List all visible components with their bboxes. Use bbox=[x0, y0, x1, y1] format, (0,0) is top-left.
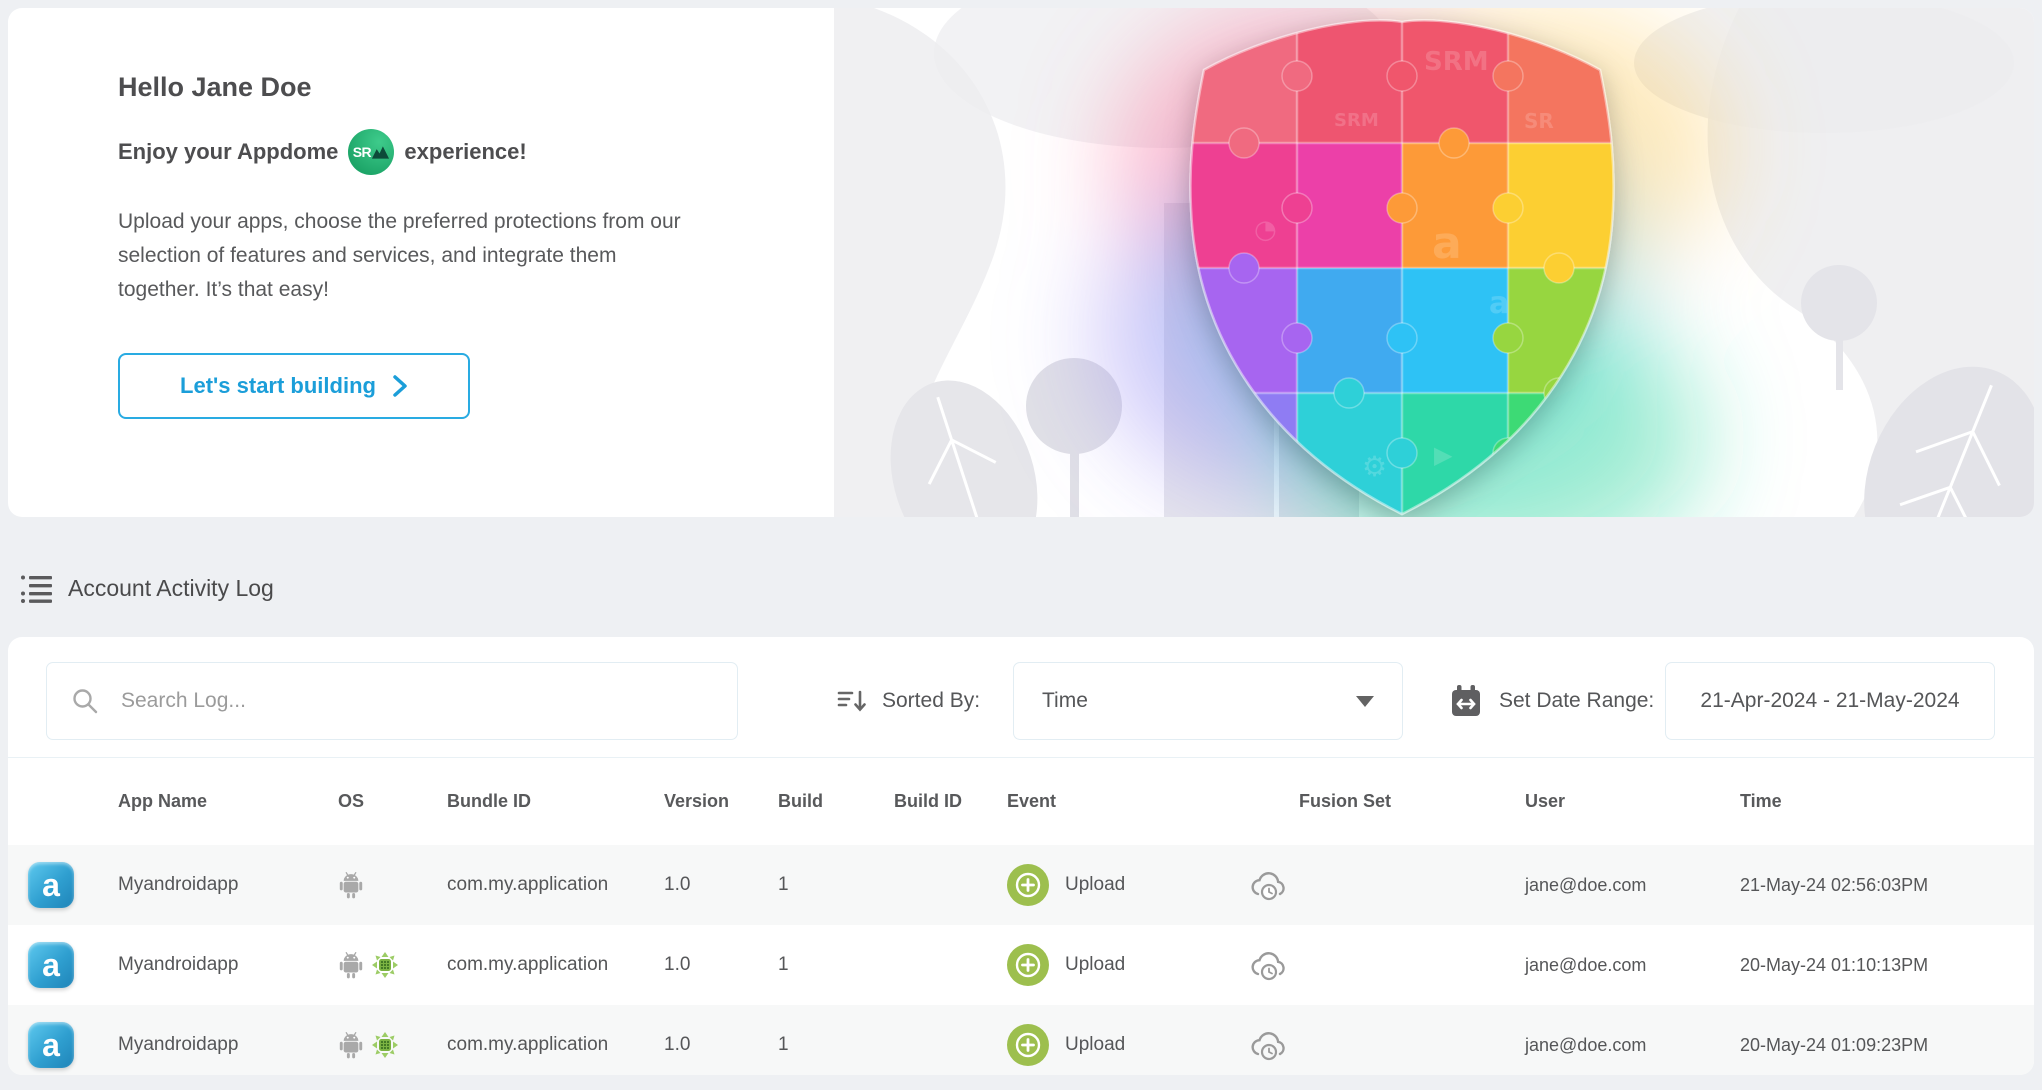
chevron-down-icon bbox=[1356, 695, 1374, 707]
column-header-bundle-id: Bundle ID bbox=[447, 791, 531, 811]
srm-logo-text: SR bbox=[352, 144, 372, 160]
table-row: a Myandroidapp com.my.application 1.0 1 … bbox=[8, 925, 2034, 1005]
build: 1 bbox=[778, 874, 789, 895]
cloud-history-icon[interactable] bbox=[1248, 1028, 1290, 1062]
plus-circle-icon bbox=[1007, 944, 1049, 986]
start-building-label: Let's start building bbox=[180, 373, 376, 398]
version: 1.0 bbox=[664, 954, 691, 975]
sort-dropdown[interactable]: Time bbox=[1013, 662, 1403, 740]
svg-text:a: a bbox=[1432, 218, 1462, 269]
bundle-id: com.my.application bbox=[447, 954, 609, 975]
version: 1.0 bbox=[664, 874, 691, 895]
list-icon bbox=[21, 575, 52, 603]
column-header-build-id: Build ID bbox=[894, 791, 962, 811]
section-title: Account Activity Log bbox=[68, 574, 274, 601]
android-icon bbox=[339, 872, 363, 899]
svg-text:◔: ◔ bbox=[1254, 215, 1277, 245]
user-email: jane@doe.com bbox=[1525, 954, 1647, 975]
user-email: jane@doe.com bbox=[1525, 1034, 1647, 1055]
welcome-description: Upload your apps, choose the preferred p… bbox=[118, 210, 681, 301]
date-range-label: Set Date Range: bbox=[1499, 689, 1655, 712]
os-cell bbox=[338, 871, 447, 899]
start-building-button[interactable]: Let's start building bbox=[118, 353, 470, 419]
subtitle: Enjoy your Appdome SR experience! bbox=[118, 129, 728, 175]
svg-text:SRM: SRM bbox=[1424, 47, 1489, 77]
sort-descending-icon bbox=[837, 690, 866, 712]
table-row: a Myandroidapp com.my.application 1.0 1 … bbox=[8, 1005, 2034, 1075]
column-header-app-name: App Name bbox=[118, 791, 208, 811]
plus-circle-icon bbox=[1007, 864, 1049, 906]
event-time: 20-May-24 01:09:23PM bbox=[1740, 1034, 1929, 1055]
bundle-id: com.my.application bbox=[447, 1034, 609, 1055]
subtitle-prefix: Enjoy your Appdome bbox=[118, 139, 339, 164]
event-time: 20-May-24 01:10:13PM bbox=[1740, 954, 1929, 975]
event-cell: Upload bbox=[1007, 1024, 1240, 1066]
mountain-logo-icon bbox=[372, 145, 390, 159]
app-name: Myandroidapp bbox=[118, 874, 239, 895]
android-icon bbox=[339, 952, 363, 979]
date-range-input[interactable]: 21-Apr-2024 - 21-May-2024 bbox=[1665, 662, 1995, 740]
app-icon: a bbox=[28, 1022, 74, 1068]
app-name: Myandroidapp bbox=[118, 1034, 239, 1055]
app-icon: a bbox=[28, 942, 74, 988]
plus-circle-icon bbox=[1007, 1024, 1049, 1066]
version: 1.0 bbox=[664, 1034, 691, 1055]
sort-group: Sorted By: bbox=[837, 662, 980, 740]
table-row: a Myandroidapp com.my.application 1.0 1 … bbox=[8, 845, 2034, 925]
event-cell: Upload bbox=[1007, 944, 1240, 986]
greeting-heading: Hello Jane Doe bbox=[118, 72, 312, 102]
cloud-history-icon[interactable] bbox=[1248, 948, 1290, 982]
column-header-event: Event bbox=[1007, 791, 1057, 811]
column-header-time: Time bbox=[1740, 791, 1782, 811]
fused-android-icon bbox=[372, 952, 398, 978]
column-header-user: User bbox=[1525, 791, 1566, 811]
svg-text:⚙: ⚙ bbox=[1362, 450, 1387, 483]
table-body: a Myandroidapp com.my.application 1.0 1 … bbox=[8, 845, 2034, 1075]
calendar-range-icon bbox=[1452, 685, 1480, 716]
chevron-right-icon bbox=[393, 375, 407, 397]
shield-puzzle-illustration: SRM SR SRM a a ✓ ▶ ⚙ ◔ ☺ bbox=[834, 8, 2034, 517]
svg-text:▶: ▶ bbox=[1434, 441, 1453, 469]
app-icon: a bbox=[28, 862, 74, 908]
date-range-group: Set Date Range: bbox=[1448, 662, 1654, 740]
srm-logo-badge: SR bbox=[348, 129, 395, 175]
os-cell bbox=[338, 1031, 447, 1059]
cloud-history-icon[interactable] bbox=[1248, 868, 1290, 902]
date-range-value: 21-Apr-2024 - 21-May-2024 bbox=[1700, 689, 1960, 712]
column-header-fusion-set: Fusion Set bbox=[1299, 791, 1392, 811]
sort-dropdown-value: Time bbox=[1042, 689, 1088, 712]
os-cell bbox=[338, 951, 447, 979]
search-input[interactable] bbox=[119, 688, 737, 714]
welcome-card: SRM SR SRM a a ✓ ▶ ⚙ ◔ ☺ Hello Jane Doe … bbox=[8, 8, 2034, 517]
activity-log-panel: Sorted By: Time Set Date Range: 21-Apr-2… bbox=[8, 637, 2034, 1075]
bundle-id: com.my.application bbox=[447, 874, 609, 895]
column-header-os: OS bbox=[338, 791, 365, 811]
table-header: App Name OS Bundle ID Version Build Buil… bbox=[8, 758, 2034, 845]
fused-android-icon bbox=[372, 1032, 398, 1058]
event-label: Upload bbox=[1065, 954, 1126, 975]
svg-text:SR: SR bbox=[1524, 109, 1554, 133]
column-header-build: Build bbox=[778, 791, 823, 811]
build: 1 bbox=[778, 954, 789, 975]
user-email: jane@doe.com bbox=[1525, 874, 1647, 895]
event-label: Upload bbox=[1065, 1034, 1126, 1055]
android-icon bbox=[339, 1032, 363, 1059]
search-box[interactable] bbox=[46, 662, 738, 740]
search-icon bbox=[73, 689, 98, 714]
event-label: Upload bbox=[1065, 874, 1126, 895]
svg-text:SRM: SRM bbox=[1334, 110, 1379, 131]
svg-text:a: a bbox=[1489, 286, 1509, 321]
account-activity-header: Account Activity Log bbox=[20, 572, 274, 604]
subtitle-suffix: experience! bbox=[404, 139, 527, 164]
column-header-version: Version bbox=[664, 791, 730, 811]
event-cell: Upload bbox=[1007, 864, 1240, 906]
event-time: 21-May-24 02:56:03PM bbox=[1740, 874, 1929, 895]
app-name: Myandroidapp bbox=[118, 954, 239, 975]
sorted-by-label: Sorted By: bbox=[882, 689, 981, 712]
build: 1 bbox=[778, 1034, 789, 1055]
